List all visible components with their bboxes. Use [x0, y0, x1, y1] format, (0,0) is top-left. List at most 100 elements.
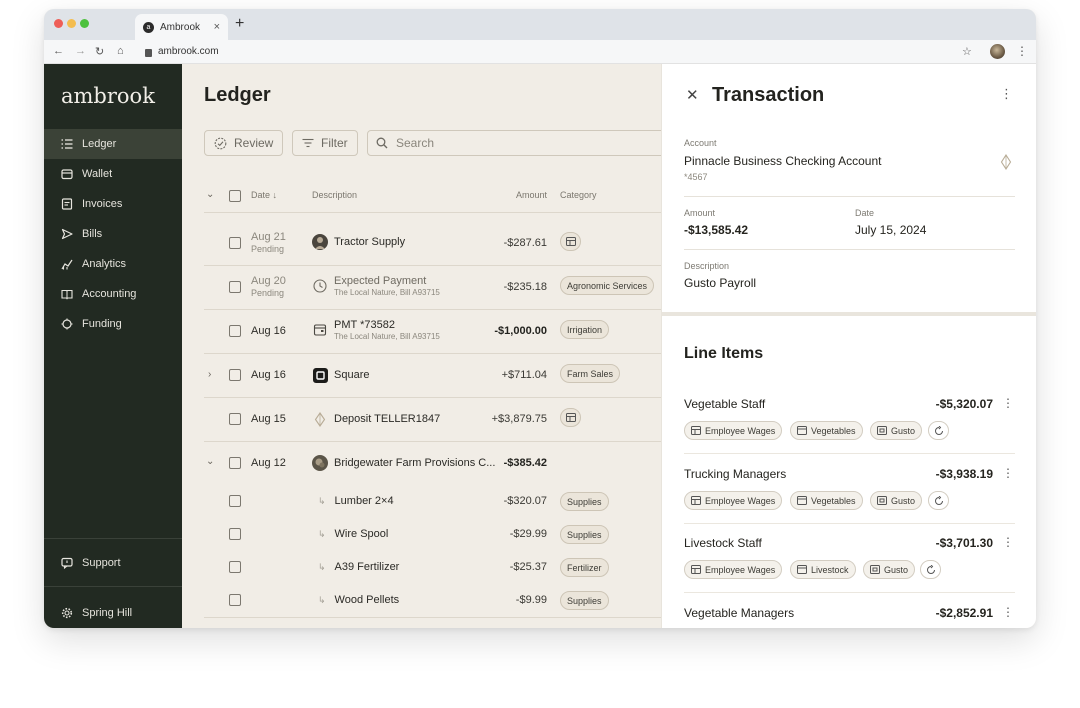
- split-description[interactable]: ↳ A39 Fertilizer: [312, 561, 399, 573]
- add-category-button[interactable]: [560, 232, 581, 251]
- category-tag[interactable]: Supplies: [560, 591, 609, 610]
- row-checkbox[interactable]: [229, 528, 241, 540]
- row-description[interactable]: PMT *73582 The Local Nature, Bill A93715: [312, 319, 440, 341]
- sidebar-item-workspace[interactable]: Spring Hill: [44, 598, 182, 628]
- row-checkbox[interactable]: [229, 325, 241, 337]
- split-arrow-icon: ↳: [318, 594, 326, 605]
- ambrook-logo[interactable]: ambrook: [61, 84, 155, 108]
- line-item-more-icon[interactable]: ⋮: [1002, 396, 1014, 410]
- panel-more-icon[interactable]: ⋮: [1000, 86, 1013, 102]
- sidebar-item-analytics[interactable]: Analytics: [44, 249, 182, 279]
- row-description[interactable]: Square: [312, 367, 369, 383]
- browser-menu-icon[interactable]: ⋮: [1016, 44, 1028, 58]
- line-item-tag[interactable]: Gusto: [870, 491, 923, 510]
- recurring-icon[interactable]: [920, 560, 941, 579]
- sidebar-item-ledger[interactable]: Ledger: [44, 129, 182, 159]
- column-header-date[interactable]: Date ↓: [251, 190, 277, 200]
- line-item-tag[interactable]: Employee Wages: [684, 491, 783, 510]
- transaction-description[interactable]: Gusto Payroll: [684, 276, 756, 290]
- review-label: Review: [234, 136, 274, 150]
- line-item-tag[interactable]: Gusto: [870, 421, 923, 440]
- category-tag[interactable]: Supplies: [560, 492, 609, 511]
- row-amount: -$320.07: [503, 495, 547, 507]
- category-tag[interactable]: Farm Sales: [560, 364, 621, 383]
- row-date: Aug 16: [251, 369, 286, 381]
- line-item-tag[interactable]: Livestock: [790, 560, 856, 579]
- column-header-description[interactable]: Description: [312, 190, 357, 200]
- row-checkbox[interactable]: [229, 369, 241, 381]
- collapse-chevron-icon[interactable]: ⌄: [206, 456, 214, 467]
- search-input[interactable]: Search: [367, 130, 661, 156]
- url-field[interactable]: ambrook.com: [145, 46, 219, 57]
- add-category-button[interactable]: [560, 408, 581, 427]
- line-item-tag[interactable]: Vegetables: [790, 421, 863, 440]
- sidebar-item-bills[interactable]: Bills: [44, 219, 182, 249]
- row-checkbox[interactable]: [229, 413, 241, 425]
- new-tab-button[interactable]: +: [235, 15, 244, 33]
- category-tag[interactable]: Supplies: [560, 525, 609, 544]
- category-tag[interactable]: Fertilizer: [560, 558, 609, 577]
- line-item-more-icon[interactable]: ⋮: [1002, 605, 1014, 619]
- reload-icon[interactable]: ↻: [95, 45, 104, 58]
- line-item-tag[interactable]: Gusto: [863, 560, 916, 579]
- sidebar-item-funding[interactable]: Funding: [44, 309, 182, 339]
- transaction-amount: -$13,585.42: [684, 223, 749, 237]
- row-amount: -$25.37: [509, 561, 547, 573]
- sidebar-item-wallet[interactable]: Wallet: [44, 159, 182, 189]
- support-label: Support: [82, 557, 121, 569]
- category-tag[interactable]: Agronomic Services: [560, 276, 655, 295]
- minimize-window-button[interactable]: [67, 19, 76, 28]
- recurring-icon[interactable]: [928, 491, 949, 510]
- column-header-category[interactable]: Category: [560, 190, 597, 200]
- sidebar: ambrook Ledger Wallet Invoices Bills Ana…: [44, 64, 182, 628]
- table-icon: [691, 565, 701, 574]
- profile-avatar[interactable]: [990, 44, 1005, 59]
- browser-tab[interactable]: a Ambrook ×: [135, 14, 228, 40]
- expand-chevron-icon[interactable]: ›: [208, 369, 211, 380]
- select-all-checkbox[interactable]: [229, 190, 241, 202]
- tab-close-icon[interactable]: ×: [214, 21, 220, 33]
- filter-button[interactable]: Filter: [292, 130, 358, 156]
- split-description[interactable]: ↳ Wood Pellets: [312, 594, 399, 606]
- row-checkbox[interactable]: [229, 457, 241, 469]
- row-checkbox[interactable]: [229, 281, 241, 293]
- home-icon[interactable]: ⌂: [117, 45, 124, 57]
- sidebar-item-label: Ledger: [82, 138, 117, 150]
- line-item-tag[interactable]: Employee Wages: [684, 560, 783, 579]
- sidebar-item-invoices[interactable]: Invoices: [44, 189, 182, 219]
- workspace-label: Spring Hill: [82, 607, 133, 619]
- page-title: Ledger: [204, 84, 271, 106]
- account-name[interactable]: Pinnacle Business Checking Account: [684, 154, 881, 168]
- sidebar-item-support[interactable]: Support: [44, 548, 182, 578]
- panel-divider: [684, 196, 1015, 197]
- transaction-panel: ✕ Transaction ⋮ Account Pinnacle Busines…: [661, 64, 1036, 628]
- recurring-icon[interactable]: [928, 421, 949, 440]
- bookmark-star-icon[interactable]: ☆: [962, 45, 972, 58]
- line-item-tag[interactable]: Employee Wages: [684, 421, 783, 440]
- row-checkbox[interactable]: [229, 561, 241, 573]
- row-description[interactable]: Expected Payment The Local Nature, Bill A…: [312, 275, 440, 297]
- collapse-all-chevron-icon[interactable]: ⌄: [206, 189, 214, 200]
- row-date: Aug 21 Pending: [251, 231, 286, 254]
- row-checkbox[interactable]: [229, 237, 241, 249]
- maximize-window-button[interactable]: [80, 19, 89, 28]
- line-item-more-icon[interactable]: ⋮: [1002, 535, 1014, 549]
- column-header-amount[interactable]: Amount: [447, 190, 547, 200]
- review-button[interactable]: Review: [204, 130, 284, 156]
- close-panel-icon[interactable]: ✕: [686, 86, 699, 104]
- line-item-more-icon[interactable]: ⋮: [1002, 466, 1014, 480]
- close-window-button[interactable]: [54, 19, 63, 28]
- split-description[interactable]: ↳ Wire Spool: [312, 528, 388, 540]
- line-item-amount: -$3,701.30: [935, 536, 993, 550]
- row-description[interactable]: Tractor Supply: [312, 234, 405, 250]
- back-arrow-icon[interactable]: ←: [53, 45, 64, 57]
- forward-arrow-icon[interactable]: →: [75, 45, 86, 57]
- row-checkbox[interactable]: [229, 495, 241, 507]
- sidebar-item-accounting[interactable]: Accounting: [44, 279, 182, 309]
- split-description[interactable]: ↳ Lumber 2×4: [312, 495, 394, 507]
- row-description[interactable]: Deposit TELLER1847: [312, 411, 440, 427]
- row-checkbox[interactable]: [229, 594, 241, 606]
- category-tag[interactable]: Irrigation: [560, 320, 610, 339]
- line-item-tag[interactable]: Vegetables: [790, 491, 863, 510]
- square-logo-icon: [312, 367, 328, 383]
